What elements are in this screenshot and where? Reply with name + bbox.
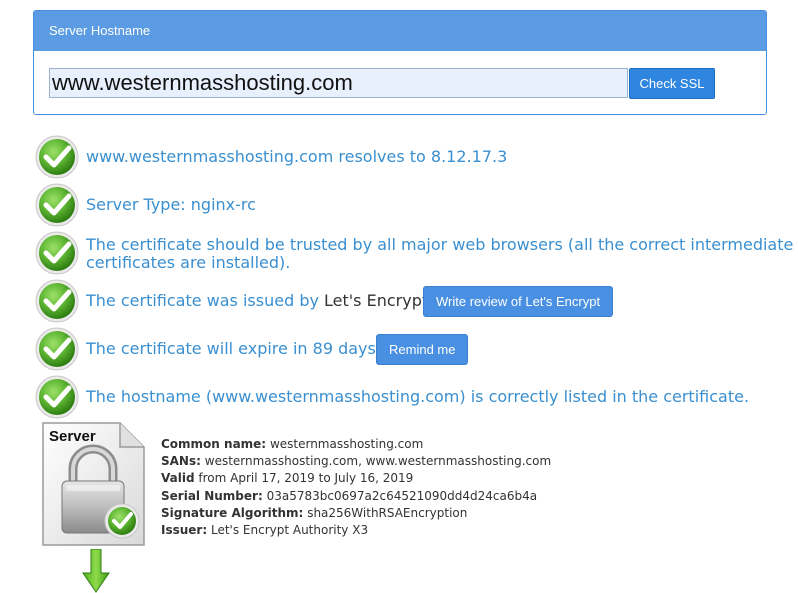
write-review-button[interactable]: Write review of Let's Encrypt (423, 286, 614, 317)
result-expire-row: The certificate will expire in 89 days. … (34, 326, 794, 372)
certificate-details: Common name: westernmasshosting.com SANs… (161, 436, 551, 539)
trusted-text-line2: certificates are installed). (86, 253, 291, 272)
cert-common-name: Common name: westernmasshosting.com (161, 437, 424, 451)
issuer-name: Let's Encrypt (324, 291, 429, 310)
cert-icon-label: Server (49, 428, 96, 445)
check-circle-icon (34, 374, 80, 420)
result-trusted-row: The certificate should be trusted by all… (34, 230, 794, 276)
hostname-input[interactable] (49, 68, 628, 98)
resolves-text: www.westernmasshosting.com resolves to 8… (86, 147, 508, 166)
remind-me-button[interactable]: Remind me (376, 334, 469, 365)
cert-sans: SANs: westernmasshosting.com, www.wester… (161, 454, 552, 469)
hostname-listed-text: The hostname (www.westernmasshosting.com… (86, 387, 750, 406)
cert-valid: Valid from April 17, 2019 to July 16, 20… (161, 471, 414, 486)
check-circle-icon (34, 326, 80, 372)
server-type-text: Server Type: nginx-rc (86, 195, 256, 214)
trusted-text: The certificate should be trusted by all… (86, 236, 793, 272)
cert-serial-number: Serial Number: 03a5783bc0697a2c64521090d… (161, 488, 538, 503)
cert-signature-algorithm: Signature Algorithm: sha256WithRSAEncryp… (161, 505, 468, 520)
check-circle-icon (34, 278, 80, 324)
cert-issuer: Issuer: Let's Encrypt Authority X3 (161, 523, 369, 538)
trusted-text-line1: The certificate should be trusted by all… (86, 235, 794, 254)
result-hostname-listed-row: The hostname (www.westernmasshosting.com… (34, 374, 794, 420)
arrow-down-icon (82, 549, 110, 593)
result-server-type-row: Server Type: nginx-rc (34, 182, 794, 228)
issued-prefix: The certificate was issued by (86, 291, 325, 310)
check-ssl-button[interactable]: Check SSL (629, 68, 715, 99)
check-circle-icon (34, 134, 80, 180)
expire-text: The certificate will expire in 89 days. (86, 339, 381, 358)
check-circle-icon (34, 230, 80, 276)
panel-header: Server Hostname (34, 11, 766, 51)
check-circle-icon (34, 182, 80, 228)
issued-text: The certificate was issued by Let's Encr… (86, 292, 433, 310)
result-resolves-row: www.westernmasshosting.com resolves to 8… (34, 134, 794, 180)
result-issuer-row: The certificate was issued by Let's Encr… (34, 278, 794, 324)
server-certificate-lock-icon: Server (42, 422, 145, 546)
hostname-form-panel: Server Hostname Check SSL (33, 10, 767, 115)
